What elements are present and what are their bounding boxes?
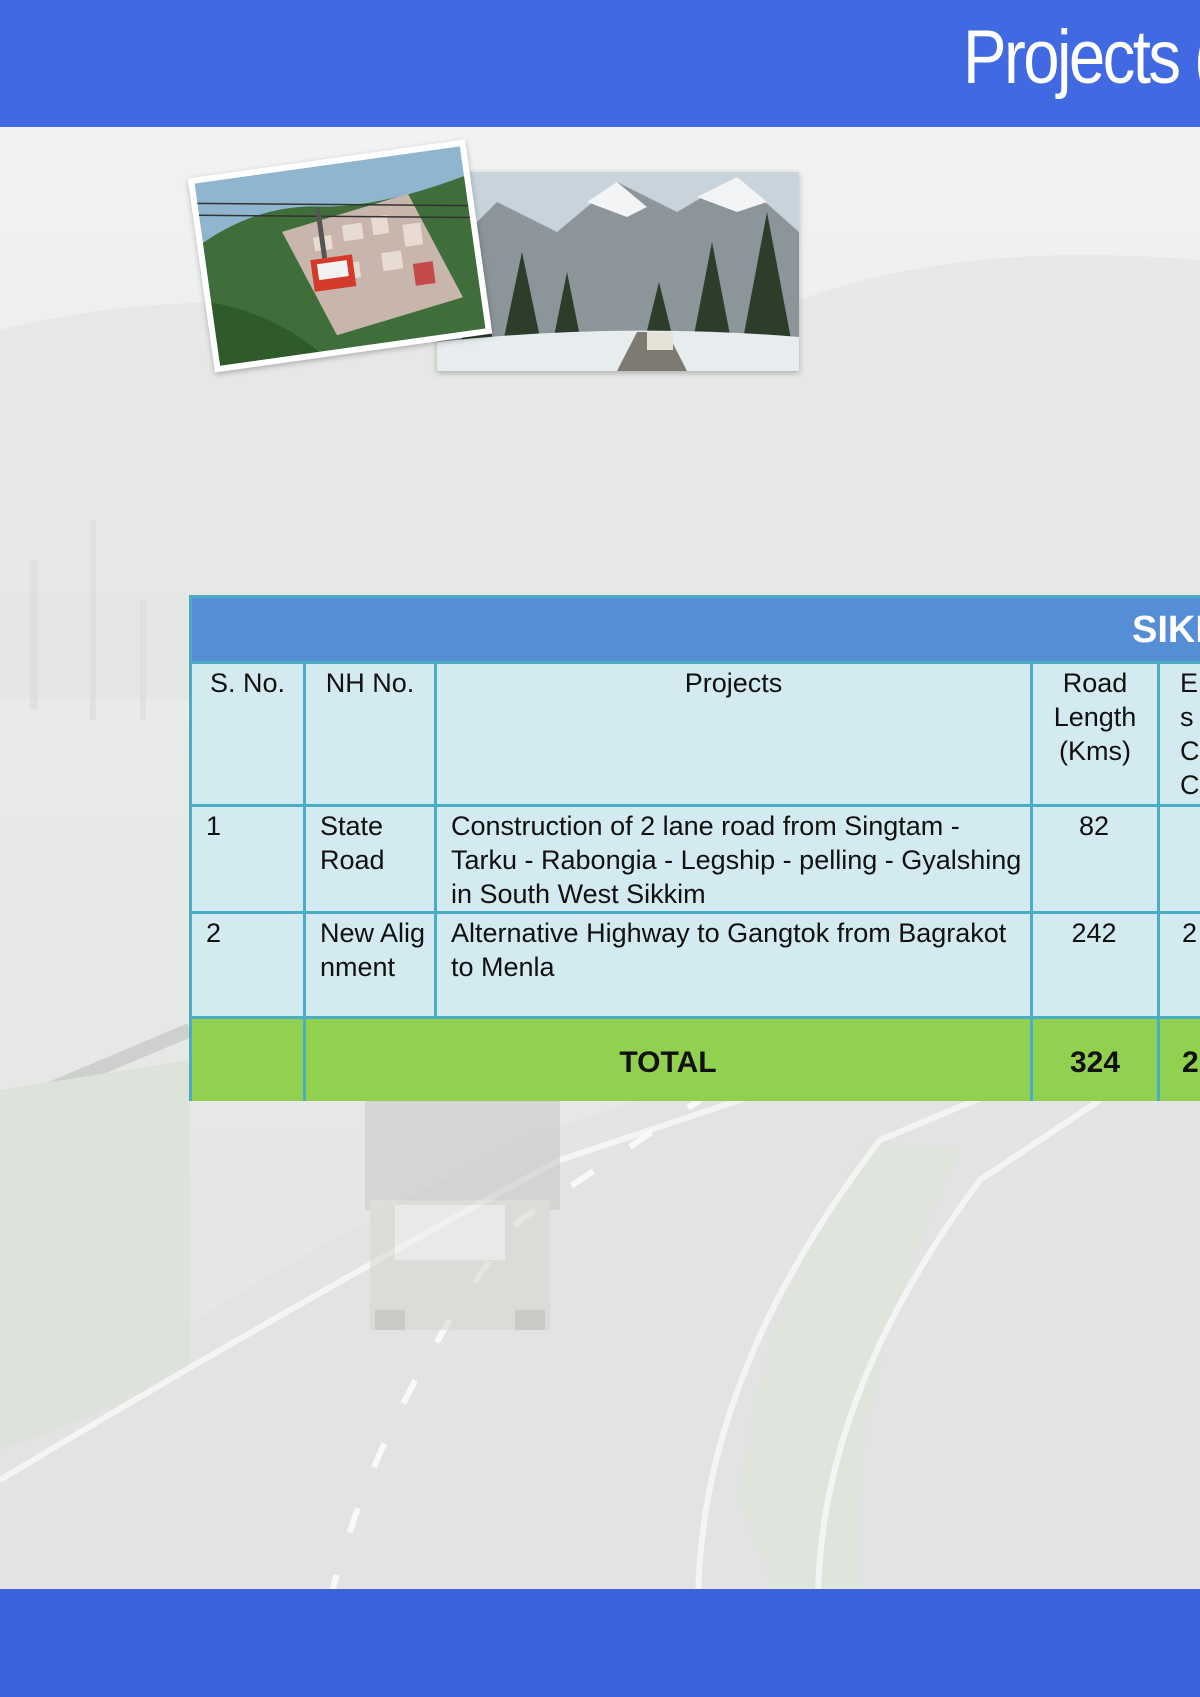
col-header-length: Road Length (Kms) [1030, 661, 1160, 807]
total-label: TOTAL [303, 1016, 1033, 1101]
row-nh: State Road [303, 804, 437, 914]
col-header-cost-text: Es C C [1180, 668, 1200, 800]
row-sno: 2 [189, 911, 306, 1019]
row-cost [1156, 804, 1200, 914]
footer-bar [0, 1589, 1200, 1697]
header-bar: Projects ( [0, 0, 1200, 127]
row-nh: New Alignment [303, 911, 437, 1019]
total-empty-cell [189, 1016, 306, 1101]
col-header-projects: Projects [434, 661, 1033, 807]
row-length: 82 [1030, 804, 1160, 914]
col-header-cost: Es C C [1156, 661, 1200, 807]
projects-table: SIKK S. No. NH No. Projects Road Length … [189, 595, 1200, 1101]
row-project: Alternative Highway to Gangtok from Bagr… [434, 911, 1033, 1019]
total-length: 324 [1030, 1016, 1160, 1101]
col-header-nh: NH No. [303, 661, 437, 807]
forest-photo-icon [437, 172, 799, 371]
table-header-row: S. No. NH No. Projects Road Length (Kms)… [189, 661, 1200, 807]
row-project: Construction of 2 lane road from Singtam… [434, 804, 1033, 914]
table-title: SIKK [189, 595, 1200, 664]
row-length: 242 [1030, 911, 1160, 1019]
page-title: Projects ( [963, 15, 1200, 100]
cable-car-photo-icon [194, 146, 486, 366]
snowy-forest-road-photo [437, 172, 799, 371]
table-title-row: SIKK [189, 595, 1200, 664]
table-row: 1 State Road Construction of 2 lane road… [189, 804, 1200, 914]
col-header-sno: S. No. [189, 661, 306, 807]
table-total-row: TOTAL 324 2 [189, 1016, 1200, 1101]
row-cost: 2 [1156, 911, 1200, 1019]
total-cost: 2 [1156, 1016, 1200, 1101]
cable-car-town-photo [187, 139, 493, 373]
row-sno: 1 [189, 804, 306, 914]
table-row: 2 New Alignment Alternative Highway to G… [189, 911, 1200, 1019]
